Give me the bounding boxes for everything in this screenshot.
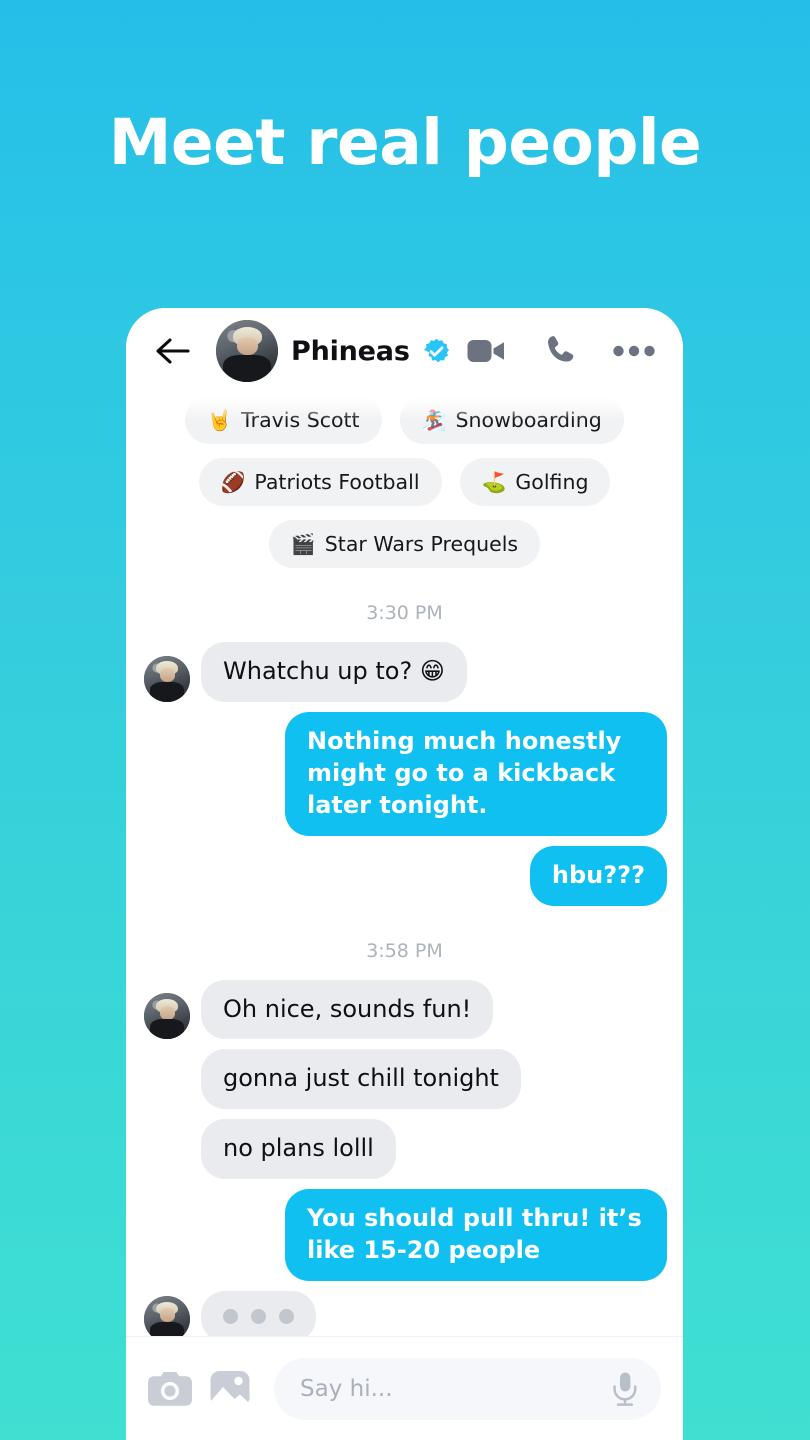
header-actions [467, 334, 655, 368]
interest-tag-label: Star Wars Prequels [324, 532, 519, 556]
chat-partner-name: Phineas [291, 335, 410, 367]
message-composer: Say hi... [126, 1336, 683, 1440]
typing-dot [223, 1309, 238, 1325]
message-row: Oh nice, sounds fun! [126, 979, 683, 1040]
avatar[interactable] [144, 1296, 190, 1336]
avatar[interactable] [144, 993, 190, 1040]
typing-dot [279, 1309, 294, 1325]
video-call-icon[interactable] [467, 337, 507, 365]
message-row: gonna just chill tonight [126, 1049, 683, 1110]
message-row: Whatchu up to? 😁 [126, 642, 683, 702]
interest-tag-emoji: 🏂 [421, 408, 447, 432]
typing-dot [251, 1309, 266, 1325]
phone-mockup: 🤘 Travis Scott 🏂 Snowboarding 🏈 Patriots Foot… [126, 308, 683, 1440]
message-bubble-received[interactable]: gonna just chill tonight [201, 1049, 521, 1110]
back-button[interactable] [150, 328, 196, 374]
page-title: Meet real people [108, 106, 702, 179]
more-options-icon[interactable] [613, 345, 655, 357]
chat-header: Phineas [126, 308, 683, 420]
interest-tag[interactable]: ⛳ Golfing [459, 458, 611, 506]
interest-tag-label: Patriots Football [254, 470, 420, 494]
message-row: Nothing much honestly might go to a kick… [126, 711, 683, 836]
message-row [126, 1291, 683, 1336]
interest-tag-label: Golfing [515, 470, 589, 494]
message-bubble-sent[interactable]: You should pull thru! it’s like 15-20 pe… [285, 1189, 667, 1282]
microphone-icon[interactable] [611, 1371, 639, 1407]
message-input-placeholder: Say hi... [300, 1375, 393, 1402]
message-row: no plans lolll [126, 1119, 683, 1180]
avatar-slot [144, 1133, 190, 1179]
interest-tag-label: Snowboarding [455, 408, 602, 432]
verified-badge-icon [423, 338, 449, 362]
chat-content: 🤘 Travis Scott 🏂 Snowboarding 🏈 Patriots Foot… [126, 308, 683, 1336]
interest-tag-emoji: 🎬 [290, 532, 316, 556]
voice-call-icon[interactable] [543, 334, 577, 368]
photo-gallery-icon[interactable] [210, 1370, 250, 1408]
interest-tag[interactable]: 🤘 Travis Scott [185, 396, 382, 444]
arrow-left-icon [156, 338, 190, 364]
interest-tags-list: 🤘 Travis Scott 🏂 Snowboarding 🏈 Patriots Foot… [126, 396, 683, 568]
interest-tag-emoji: ⛳ [481, 470, 507, 494]
avatar[interactable] [144, 655, 190, 702]
message-row: hbu??? [126, 845, 683, 906]
message-bubble-received[interactable]: Whatchu up to? 😁 [201, 642, 467, 702]
interest-tag[interactable]: 🏂 Snowboarding [399, 396, 624, 444]
message-timestamp: 3:30 PM [366, 602, 443, 624]
avatar[interactable] [216, 320, 278, 382]
camera-icon[interactable] [148, 1370, 192, 1408]
avatar-slot [144, 1063, 190, 1109]
interest-tag[interactable]: 🏈 Patriots Football [198, 458, 442, 506]
chat-scroll-region[interactable]: 🤘 Travis Scott 🏂 Snowboarding 🏈 Patriots Foot… [126, 308, 683, 1336]
interest-tag-emoji: 🏈 [220, 470, 246, 494]
message-bubble-received[interactable]: Oh nice, sounds fun! [201, 979, 494, 1040]
message-bubble-sent[interactable]: hbu??? [529, 845, 667, 906]
chat-partner-identity[interactable]: Phineas [216, 320, 467, 382]
interest-tag-label: Travis Scott [241, 408, 360, 432]
avatar-slot [144, 993, 190, 1040]
typing-indicator [201, 1291, 316, 1336]
message-bubble-received[interactable]: no plans lolll [201, 1119, 396, 1180]
message-bubble-sent[interactable]: Nothing much honestly might go to a kick… [285, 711, 667, 836]
message-timestamp: 3:58 PM [366, 939, 443, 962]
avatar-slot [144, 655, 190, 702]
interest-tag-emoji: 🤘 [207, 408, 233, 432]
message-row: You should pull thru! it’s like 15-20 pe… [126, 1189, 683, 1282]
interest-tag[interactable]: 🎬 Star Wars Prequels [268, 520, 541, 568]
avatar-slot [144, 1296, 190, 1336]
message-list: 3:30 PM Whatchu up to? 😁 Nothing much hone… [126, 602, 683, 1336]
message-input-field[interactable]: Say hi... [274, 1357, 661, 1420]
